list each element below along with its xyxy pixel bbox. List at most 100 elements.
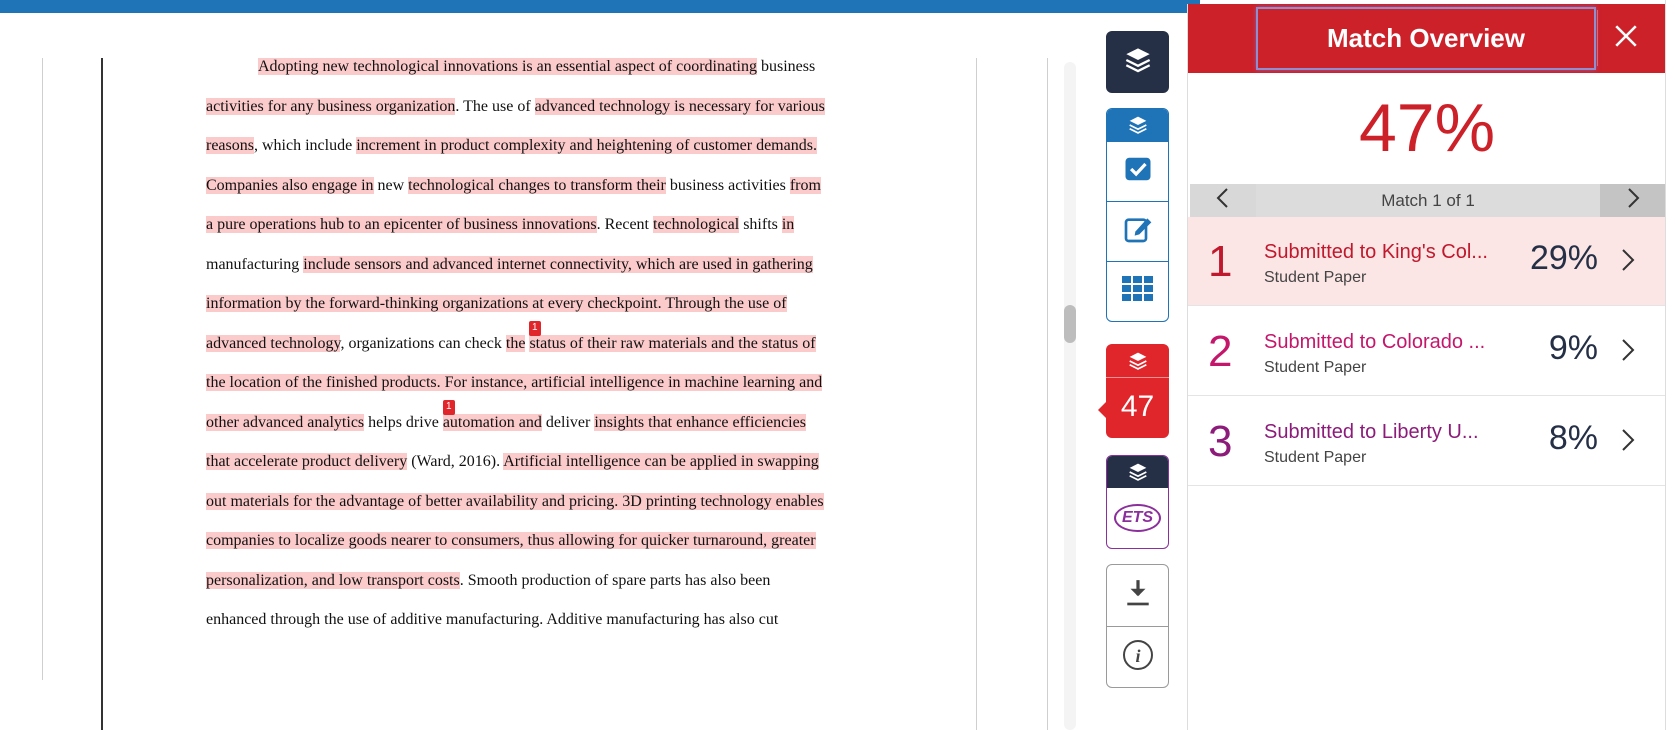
highlighted-match-text[interactable]: advanced technology is necessary for var… — [534, 97, 825, 115]
match-pager: Match 1 of 1 — [1190, 184, 1666, 217]
next-match-button[interactable] — [1600, 184, 1666, 217]
chevron-right-icon[interactable] — [1620, 337, 1636, 368]
text-segment: . Smooth production of spare parts has a… — [459, 571, 771, 589]
highlighted-match-text[interactable]: Adopting new technological innovations i… — [258, 58, 757, 75]
highlighted-match-text[interactable]: insights that enhance efficiencies — [594, 413, 806, 431]
ets-logo-icon: ETS — [1113, 504, 1162, 532]
match-item[interactable]: 2 Submitted to Colorado ... Student Paper 9… — [1188, 307, 1666, 396]
document-line: other advanced analytics helps drive aut… — [206, 399, 871, 450]
scrollbar-thumb[interactable] — [1064, 305, 1076, 343]
match-count: 47 — [1120, 390, 1155, 423]
highlighted-match-text[interactable]: companies to localize goods nearer to co… — [206, 532, 816, 549]
document-line: Companies also engage in new technologic… — [206, 173, 871, 213]
match-source: Submitted to King's Col... — [1264, 241, 1488, 263]
match-rank: 2 — [1208, 327, 1233, 376]
rubric-grid-button[interactable] — [1107, 261, 1168, 321]
info-button[interactable]: i — [1107, 626, 1168, 687]
document-line: out materials for the advantage of bette… — [206, 489, 871, 529]
ets-button[interactable]: ETS — [1107, 488, 1168, 548]
highlighted-match-text[interactable]: out materials for the advantage of bette… — [206, 492, 824, 510]
highlighted-match-text[interactable]: personalization, and low transport costs — [206, 571, 460, 589]
download-button[interactable] — [1107, 565, 1168, 626]
text-segment: deliver — [541, 413, 595, 431]
highlighted-match-text[interactable]: status of their raw materials and the st… — [529, 334, 816, 352]
panel-title: Match Overview — [1256, 7, 1596, 70]
close-icon — [1613, 23, 1639, 54]
info-icon: i — [1122, 639, 1154, 676]
layers-button[interactable] — [1106, 31, 1169, 93]
text-segment: , which include — [253, 137, 357, 154]
scrollbar-track[interactable] — [1064, 62, 1076, 730]
active-pointer — [1098, 402, 1106, 418]
pager-label: Match 1 of 1 — [1381, 191, 1475, 210]
match-overview-panel: Match Overview 47% Match 1 of 1 1 Submitt… — [1187, 4, 1666, 730]
highlighted-match-text[interactable]: technological — [653, 216, 740, 233]
highlighted-match-text[interactable]: reasons — [206, 137, 254, 154]
viewer-divider — [1047, 58, 1048, 730]
match-overview-toggle[interactable]: 47 — [1098, 344, 1169, 438]
feedback-edit-button[interactable] — [1107, 201, 1168, 261]
highlighted-match-text[interactable]: activities for any business organization — [206, 97, 456, 115]
match-type: Student Paper — [1264, 269, 1367, 286]
highlighted-match-text[interactable]: a pure operations hub to an epicenter of… — [206, 216, 597, 233]
highlighted-match-text[interactable]: Artificial intelligence can be applied i… — [503, 453, 819, 470]
document-line: a pure operations hub to an epicenter of… — [206, 212, 871, 252]
layers-icon — [1124, 46, 1152, 79]
highlighted-match-text[interactable]: that accelerate product delivery — [206, 453, 408, 470]
layers-icon[interactable] — [1107, 456, 1168, 488]
match-marker[interactable]: 1 — [443, 399, 455, 415]
highlighted-match-text[interactable]: in — [781, 216, 795, 233]
match-item[interactable]: 1 Submitted to King's Col... Student Paper… — [1188, 217, 1666, 306]
highlighted-match-text[interactable]: advanced technology — [206, 334, 341, 352]
grid-icon — [1121, 276, 1154, 307]
top-accent-bar — [0, 0, 1200, 13]
page-border-right — [976, 58, 977, 730]
similarity-tools-group — [1106, 108, 1169, 322]
document-line: companies to localize goods nearer to co… — [206, 528, 871, 568]
document-text: Adopting new technological innovations i… — [206, 54, 871, 647]
match-type: Student Paper — [1264, 449, 1367, 466]
match-marker[interactable]: 1 — [529, 320, 541, 336]
text-segment: (Ward, 2016). — [407, 453, 504, 470]
chevron-right-icon[interactable] — [1620, 247, 1636, 278]
text-segment: business activities — [665, 176, 790, 194]
highlighted-match-text[interactable]: information by the forward-thinking orga… — [206, 295, 787, 312]
match-item[interactable]: 3 Submitted to Liberty U... Student Paper 8… — [1188, 397, 1666, 486]
svg-text:i: i — [1135, 646, 1140, 666]
text-segment: new — [373, 176, 409, 194]
highlighted-match-text[interactable]: include sensors and advanced internet co… — [303, 255, 813, 273]
highlighted-match-text[interactable]: from — [789, 176, 821, 194]
layers-icon[interactable] — [1107, 109, 1168, 141]
chevron-right-icon[interactable] — [1620, 427, 1636, 458]
highlighted-match-text[interactable]: the location of the finished products. F… — [206, 374, 823, 391]
document-line: reasons, which include increment in prod… — [206, 133, 871, 173]
highlighted-match-text[interactable]: other advanced analytics — [206, 413, 365, 431]
highlighted-match-text[interactable]: automation and — [442, 413, 542, 431]
document-line: that accelerate product delivery (Ward, … — [206, 449, 871, 489]
previous-match-button[interactable] — [1190, 184, 1256, 217]
match-source: Submitted to Colorado ... — [1264, 331, 1486, 353]
page-margin-line — [101, 58, 103, 730]
highlighted-match-text[interactable]: increment in product complexity and heig… — [356, 137, 817, 154]
match-source: Submitted to Liberty U... — [1264, 421, 1479, 443]
highlighted-match-text[interactable]: Companies also engage in — [206, 176, 374, 194]
layers-icon — [1106, 344, 1169, 378]
match-percent: 9% — [1548, 329, 1598, 367]
text-segment: . The use of — [455, 97, 535, 115]
edit-icon — [1122, 213, 1154, 250]
checkbox-icon — [1123, 154, 1153, 189]
page-border-left — [42, 58, 43, 680]
background-window-edge — [1665, 0, 1675, 730]
match-rank: 1 — [1208, 237, 1233, 286]
match-type: Student Paper — [1264, 359, 1367, 376]
chevron-right-icon — [1625, 187, 1641, 214]
text-segment: , organizations can check — [340, 334, 506, 352]
close-panel-button[interactable] — [1597, 10, 1653, 66]
highlighted-match-text[interactable]: technological changes to transform their — [408, 176, 666, 194]
similarity-percentage: 47% — [1358, 90, 1496, 166]
document-line: the location of the finished products. F… — [206, 370, 871, 410]
grading-check-button[interactable] — [1107, 141, 1168, 201]
document-line: Adopting new technological innovations i… — [206, 54, 871, 94]
highlighted-match-text[interactable]: the — [505, 334, 526, 352]
document-line: enhanced through the use of additive man… — [206, 607, 871, 647]
